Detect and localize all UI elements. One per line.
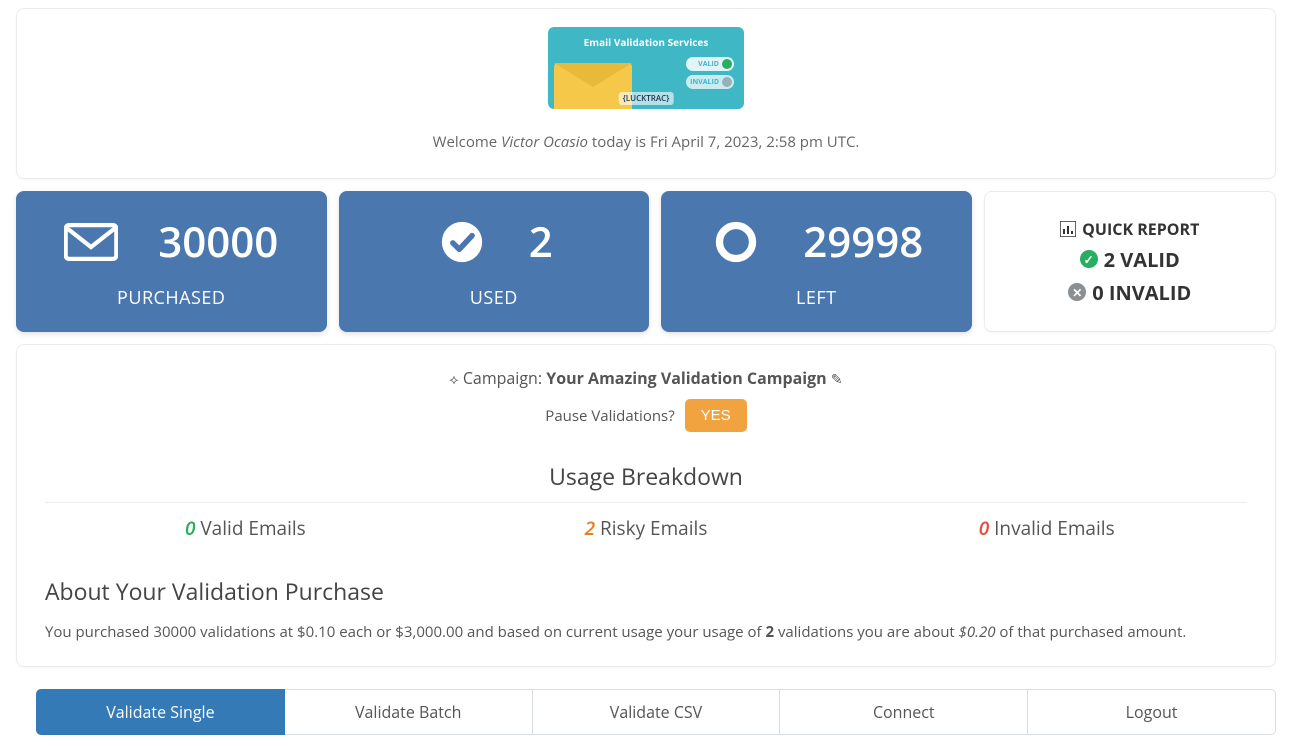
welcome-text: Welcome Victor Ocasio today is Fri April… bbox=[39, 132, 1253, 152]
quick-report-card: QUICK REPORT ✓ 2 VALID ✕ 0 INVALID bbox=[984, 191, 1277, 332]
usage-heading: Usage Breakdown bbox=[45, 460, 1247, 492]
quick-valid-line: ✓ 2 VALID bbox=[1080, 246, 1180, 273]
usage-risky: 2 Risky Emails bbox=[446, 515, 847, 541]
banner-title: Email Validation Services bbox=[548, 35, 744, 49]
service-banner: Email Validation Services VALID INVALID … bbox=[548, 27, 744, 109]
header-card: Email Validation Services VALID INVALID … bbox=[16, 8, 1276, 179]
stats-row: 30000 PURCHASED 2 USED 29998 LEFT QUICK … bbox=[16, 191, 1276, 332]
usage-row: 0 Valid Emails 2 Risky Emails 0 Invalid … bbox=[45, 515, 1247, 541]
quick-invalid-line: ✕ 0 INVALID bbox=[1068, 279, 1191, 306]
stat-purchased-label: PURCHASED bbox=[117, 286, 225, 310]
pause-question: Pause Validations? bbox=[545, 406, 674, 426]
edit-campaign-icon[interactable]: ✎ bbox=[831, 370, 843, 389]
campaign-line: ⟡ Campaign: Your Amazing Validation Camp… bbox=[45, 367, 1247, 389]
bar-chart-icon bbox=[1060, 221, 1076, 237]
pause-line: Pause Validations? YES bbox=[45, 399, 1247, 432]
stat-left: 29998 LEFT bbox=[661, 191, 972, 332]
current-datetime: Fri April 7, 2023, 2:58 pm UTC. bbox=[650, 132, 859, 152]
user-name: Victor Ocasio bbox=[501, 132, 588, 152]
tab-validate-single[interactable]: Validate Single bbox=[36, 689, 285, 735]
banner-pill-invalid: INVALID bbox=[686, 75, 734, 89]
banner-brand: {LUCKTRAC} bbox=[619, 92, 674, 105]
usage-card: ⟡ Campaign: Your Amazing Validation Camp… bbox=[16, 344, 1276, 667]
x-icon: ✕ bbox=[1068, 283, 1086, 301]
about-heading: About Your Validation Purchase bbox=[45, 575, 1247, 607]
stat-left-label: LEFT bbox=[796, 286, 837, 310]
banner-wrap: Email Validation Services VALID INVALID … bbox=[39, 27, 1253, 114]
stat-purchased: 30000 PURCHASED bbox=[16, 191, 327, 332]
usage-invalid: 0 Invalid Emails bbox=[846, 515, 1247, 541]
stat-used-label: USED bbox=[470, 286, 518, 310]
circle-icon bbox=[709, 220, 763, 264]
tab-logout[interactable]: Logout bbox=[1028, 689, 1276, 735]
stat-left-value: 29998 bbox=[803, 213, 923, 270]
stat-used-value: 2 bbox=[529, 213, 553, 270]
usage-valid: 0 Valid Emails bbox=[45, 515, 446, 541]
banner-pill-valid: VALID bbox=[686, 57, 734, 71]
campaign-name: Your Amazing Validation Campaign bbox=[546, 367, 826, 389]
envelope-icon bbox=[64, 220, 118, 264]
check-icon: ✓ bbox=[1080, 250, 1098, 268]
stat-used: 2 USED bbox=[339, 191, 650, 332]
pause-yes-button[interactable]: YES bbox=[685, 399, 747, 432]
check-circle-icon bbox=[435, 220, 489, 264]
about-paragraph: You purchased 30000 validations at $0.10… bbox=[45, 621, 1247, 644]
quick-report-title: QUICK REPORT bbox=[1060, 218, 1199, 240]
x-dot-icon bbox=[722, 77, 732, 87]
tab-validate-batch[interactable]: Validate Batch bbox=[285, 689, 533, 735]
divider bbox=[45, 502, 1247, 503]
tab-validate-csv[interactable]: Validate CSV bbox=[533, 689, 781, 735]
tab-connect[interactable]: Connect bbox=[780, 689, 1028, 735]
wand-icon: ⟡ bbox=[449, 370, 458, 389]
stat-purchased-value: 30000 bbox=[158, 213, 278, 270]
check-dot-icon bbox=[722, 59, 732, 69]
action-tabs: Validate Single Validate Batch Validate … bbox=[36, 689, 1276, 735]
